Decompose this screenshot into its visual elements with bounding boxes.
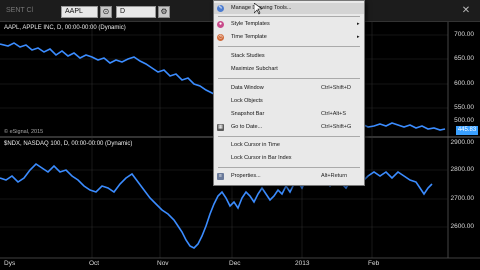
top-y-tick: 550.00 [454, 104, 474, 111]
x-axis-label: Dec [229, 260, 241, 267]
menu-item-maximize-subchart[interactable]: Maximize Subchart [214, 64, 364, 75]
menu-separator [218, 78, 360, 79]
menu-item-manage-drawing-tools[interactable]: ✎ Manage Drawing Tools... [214, 3, 364, 14]
x-axis-label: Nov [157, 260, 169, 267]
bottom-y-tick: 2600.00 [450, 223, 475, 230]
submenu-arrow-icon: ▸ [357, 34, 360, 40]
menu-separator [218, 167, 360, 168]
menu-item-go-to-date[interactable]: ▦ Go to Date... Ctrl+Shift+G [214, 122, 364, 133]
x-axis-label: 2013 [295, 260, 310, 267]
menu-item-snapshot-bar[interactable]: Snapshot Bar Ctrl+Alt+S [214, 109, 364, 120]
menu-item-stack-studies[interactable]: Stack Studies [214, 51, 364, 62]
x-axis-label: Oct [89, 260, 100, 267]
x-axis-label: Dys [4, 260, 16, 267]
top-pane-label: AAPL, APPLE INC, D, 00:00-00:00 (Dynamic… [4, 25, 126, 31]
menu-item-lock-objects[interactable]: Lock Objects [214, 96, 364, 107]
x-axis-label: Feb [368, 260, 380, 267]
bottom-y-tick: 2800.00 [450, 166, 475, 173]
clock-icon: ◷ [217, 34, 224, 41]
bottom-y-tick: 2900.00 [450, 139, 475, 146]
submenu-arrow-icon: ▸ [357, 21, 360, 27]
menu-item-time-template[interactable]: ◷ Time Template ▸ [214, 32, 364, 43]
bottom-pane-label: $NDX, NASDAQ 100, D, 00:00-00:00 (Dynami… [4, 141, 133, 147]
context-menu: ✎ Manage Drawing Tools... ● Style Templa… [213, 0, 365, 186]
pencil-icon: ✎ [217, 5, 224, 12]
menu-item-lock-cursor-in-time[interactable]: Lock Cursor in Time [214, 140, 364, 151]
menu-separator [218, 16, 360, 17]
last-price-badge: 445.83 [456, 126, 478, 135]
menu-separator [218, 46, 360, 47]
menu-item-data-window[interactable]: Data Window Ctrl+Shift+D [214, 83, 364, 94]
top-y-tick: 650.00 [454, 55, 474, 62]
top-y-tick: 700.00 [454, 31, 474, 38]
menu-item-properties[interactable]: ≡ Properties... Alt+Return [214, 171, 364, 182]
top-y-tick: 600.00 [454, 80, 474, 87]
palette-icon: ● [217, 21, 224, 28]
bottom-y-tick: 2700.00 [450, 195, 475, 202]
menu-separator [218, 136, 360, 137]
menu-item-lock-cursor-in-bar-index[interactable]: Lock Cursor in Bar Index [214, 153, 364, 164]
menu-item-style-templates[interactable]: ● Style Templates ▸ [214, 19, 364, 30]
mouse-cursor-icon [254, 3, 262, 15]
top-y-tick: 500.00 [454, 117, 474, 124]
properties-icon: ≡ [217, 173, 224, 180]
copyright-text: © eSignal, 2015 [4, 129, 44, 135]
calendar-icon: ▦ [217, 124, 224, 131]
